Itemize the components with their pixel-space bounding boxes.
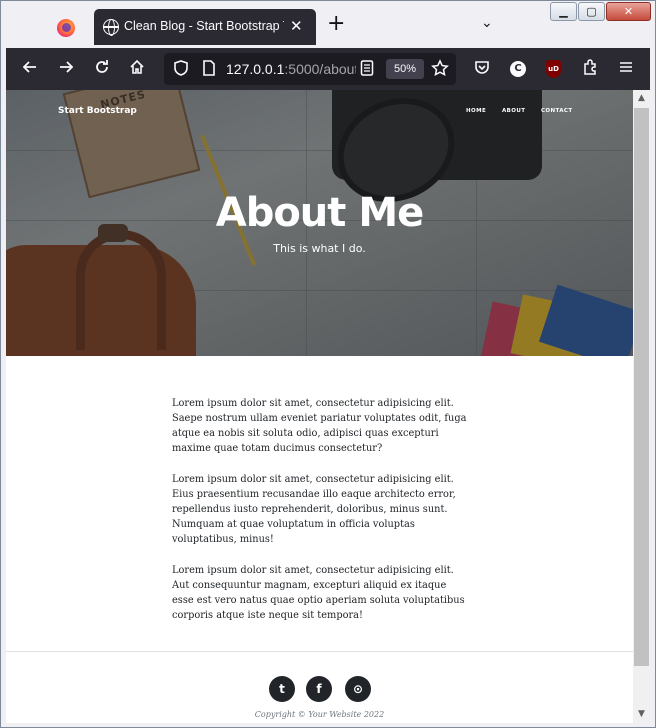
page-subheading: This is what I do.: [273, 242, 366, 255]
close-tab-icon[interactable]: ✕: [290, 17, 303, 35]
scroll-down-arrow-icon[interactable]: ▼: [633, 706, 650, 723]
minimize-button[interactable]: ▁: [550, 2, 577, 21]
page-viewport: NOTES Start Bootstrap HOME ABOUT CONTACT…: [6, 90, 633, 723]
forward-arrow-icon[interactable]: [55, 58, 77, 81]
bookmark-star-icon[interactable]: [429, 59, 451, 82]
facebook-icon[interactable]: f: [306, 676, 332, 702]
window-bottom-edge: [1, 723, 655, 727]
extensions-icon[interactable]: [579, 58, 601, 81]
tab-active[interactable]: Clean Blog - Start Bootstrap Theme ✕: [94, 9, 316, 45]
page-icon[interactable]: [198, 59, 220, 82]
list-all-tabs-icon[interactable]: ⌄: [481, 15, 493, 31]
url-text: 127.0.0.1:5000/about: [226, 61, 356, 77]
scroll-thumb[interactable]: [634, 108, 649, 666]
twitter-icon[interactable]: t: [269, 676, 295, 702]
menu-icon[interactable]: [615, 58, 637, 81]
reader-view-icon[interactable]: [356, 59, 378, 82]
tab-title: Clean Blog - Start Bootstrap Theme: [124, 19, 284, 33]
navbar-brand[interactable]: Start Bootstrap: [58, 106, 137, 116]
nav-home-link[interactable]: HOME: [466, 108, 486, 114]
tab-strip: Clean Blog - Start Bootstrap Theme ✕ + ⌄…: [1, 1, 655, 48]
url-bar[interactable]: 127.0.0.1:5000/about 50%: [164, 53, 456, 85]
nav-contact-link[interactable]: CONTACT: [541, 108, 572, 114]
new-tab-button[interactable]: +: [327, 13, 345, 35]
extension-c-icon[interactable]: C: [510, 61, 526, 77]
back-arrow-icon[interactable]: [19, 58, 41, 81]
home-icon[interactable]: [126, 58, 148, 81]
globe-icon: [103, 19, 119, 36]
reload-icon[interactable]: [91, 58, 113, 81]
url-path: :5000/about: [284, 61, 356, 77]
masthead: NOTES Start Bootstrap HOME ABOUT CONTACT…: [6, 90, 633, 356]
ublock-origin-icon[interactable]: uD: [546, 60, 561, 78]
copyright-text: Copyright © Your Website 2022: [254, 710, 385, 719]
maximize-button[interactable]: ▢: [578, 2, 605, 21]
shield-icon[interactable]: [170, 59, 192, 82]
paragraph: Lorem ipsum dolor sit amet, consectetur …: [172, 398, 467, 454]
navigation-toolbar: 127.0.0.1:5000/about 50% C uD: [6, 48, 650, 90]
main-content: Lorem ipsum dolor sit amet, consectetur …: [172, 396, 470, 639]
footer-divider: [6, 651, 633, 652]
scrollbar[interactable]: ▲ ▼: [633, 90, 650, 723]
zoom-level-badge[interactable]: 50%: [386, 59, 424, 79]
page-title: About Me: [215, 190, 425, 236]
close-window-button[interactable]: ✕: [606, 2, 651, 21]
pocket-icon[interactable]: [471, 58, 493, 81]
paragraph: Lorem ipsum dolor sit amet, consectetur …: [172, 474, 456, 545]
scroll-up-arrow-icon[interactable]: ▲: [633, 90, 650, 107]
nav-about-link[interactable]: ABOUT: [502, 108, 525, 114]
firefox-logo-icon[interactable]: [57, 19, 75, 37]
paragraph: Lorem ipsum dolor sit amet, consectetur …: [172, 565, 465, 621]
github-icon[interactable]: ⊙: [345, 676, 371, 702]
url-host: 127.0.0.1: [226, 61, 285, 77]
